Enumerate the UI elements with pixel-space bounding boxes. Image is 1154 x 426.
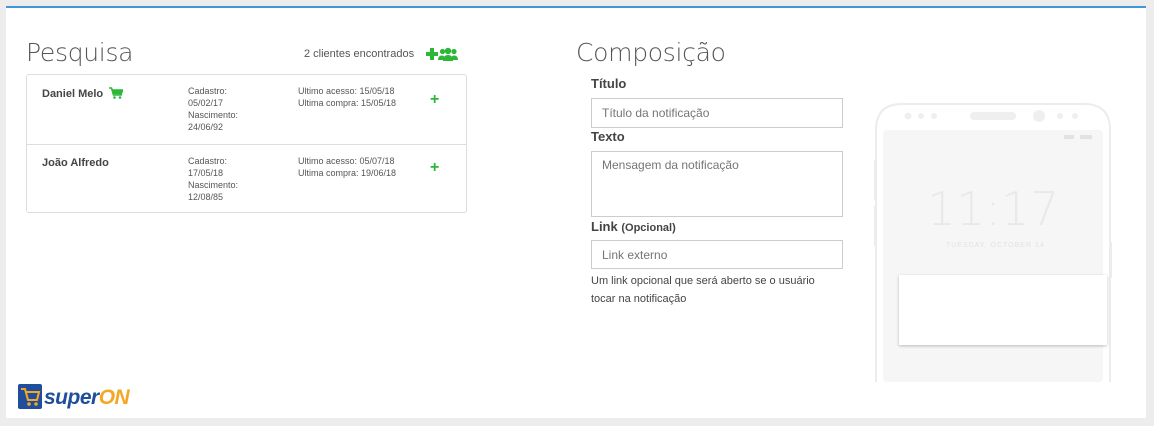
client-activity: Ultimo acesso: 05/07/18 Ultima compra: 1… [298,156,397,178]
composition-title: Composição [576,38,726,67]
title-input[interactable] [591,98,843,128]
message-textarea[interactable] [591,151,843,217]
client-name: João Alfredo [42,157,109,169]
add-client-button[interactable]: + [430,159,439,177]
lockscreen-time: 11:17 [926,182,1060,236]
results-count: 2 clientes encontrados [304,48,415,60]
link-input[interactable] [591,240,843,269]
client-name-row: Daniel Melo [42,87,124,100]
add-users-icon [426,47,458,61]
superon-cart-logo [18,384,42,409]
main-panel: Pesquisa 2 clientes encontrados Daniel M… [6,6,1146,418]
phone-preview: 11:17 TUESDAY, OCTOBER 14 [874,102,1112,382]
title-label: Título [591,76,627,91]
client-name: Daniel Melo [42,88,104,100]
notification-preview-card [899,275,1107,345]
client-activity: Ultimo acesso: 15/05/18 Ultima compra: 1… [298,86,397,108]
client-registration: Cadastro: 05/02/17 Nascimento: 24/06/92 [188,86,239,132]
text-label: Texto [591,129,625,144]
client-row[interactable]: Daniel Melo Cadastro: 05/02/17 Nasciment… [27,75,466,143]
add-client-button[interactable]: + [430,91,439,109]
link-label: Link (Opcional) [591,219,676,234]
client-row[interactable]: João Alfredo Cadastro: 17/05/18 Nascimen… [27,144,466,213]
link-help-text: Um link opcional que será aberto se o us… [591,275,815,305]
client-name-row: João Alfredo [42,157,109,169]
add-all-button[interactable] [426,46,460,64]
client-registration: Cadastro: 17/05/18 Nascimento: 12/08/85 [188,156,239,202]
search-title: Pesquisa [26,38,134,67]
brand-name: superON [44,386,130,409]
client-list: Daniel Melo Cadastro: 05/02/17 Nasciment… [26,74,467,213]
cart-icon [109,87,124,99]
lockscreen-date: TUESDAY, OCTOBER 14 [946,242,1045,249]
